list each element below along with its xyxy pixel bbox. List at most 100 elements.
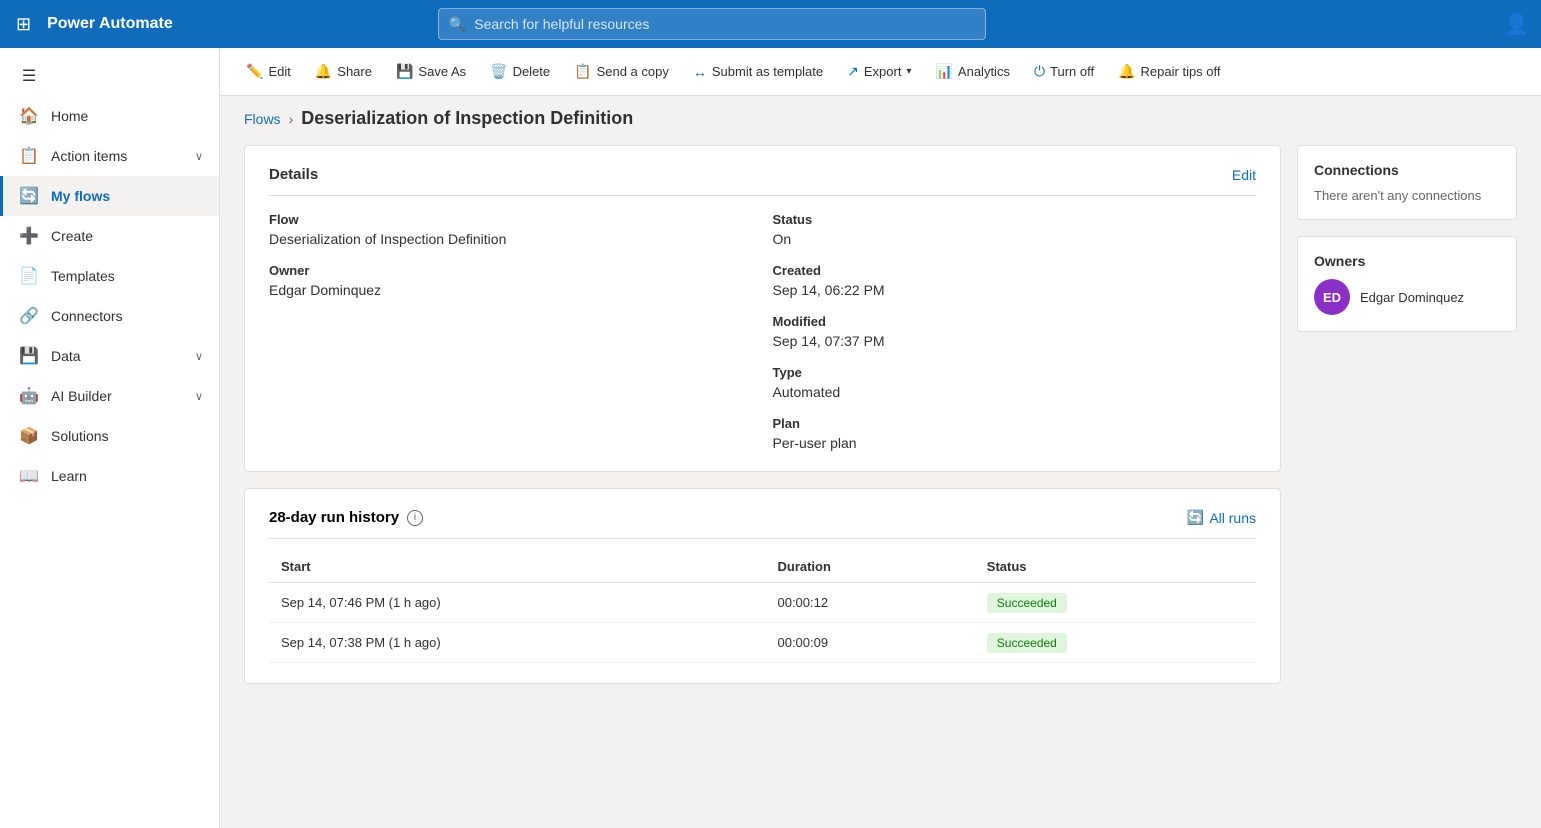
- flow-value: Deserialization of Inspection Definition: [269, 231, 753, 247]
- sidebar-item-ai-builder[interactable]: 🤖 AI Builder ∨: [0, 376, 219, 416]
- save-as-button[interactable]: 💾 Save As: [386, 57, 476, 86]
- sidebar-item-data[interactable]: 💾 Data ∨: [0, 336, 219, 376]
- sidebar-item-my-flows[interactable]: 🔄 My flows: [0, 176, 219, 216]
- sidebar: ☰ 🏠 Home 📋 Action items ∨ 🔄 My flows ➕ C…: [0, 48, 220, 828]
- breadcrumb-separator: ›: [289, 111, 294, 127]
- breadcrumb-flows[interactable]: Flows: [244, 111, 281, 127]
- status-label: Status: [773, 212, 1257, 227]
- user-icon[interactable]: 👤: [1504, 14, 1529, 36]
- created-value: Sep 14, 06:22 PM: [773, 282, 1257, 298]
- details-left: Flow Deserialization of Inspection Defin…: [269, 212, 753, 451]
- all-runs-refresh-icon: 🔄: [1187, 509, 1204, 526]
- send-copy-button[interactable]: 📋 Send a copy: [564, 57, 679, 86]
- share-button[interactable]: 🔔 Share: [305, 57, 382, 86]
- turn-off-button[interactable]: ⏻ Turn off: [1024, 57, 1104, 86]
- run-table: Start Duration Status Sep 14, 07:46 PM (…: [269, 551, 1256, 663]
- search-bar[interactable]: 🔍: [438, 8, 986, 40]
- table-header-row: Start Duration Status: [269, 551, 1256, 583]
- run-duration: 00:00:09: [765, 623, 974, 663]
- home-icon: 🏠: [19, 106, 39, 126]
- breadcrumb: Flows › Deserialization of Inspection De…: [220, 96, 1541, 129]
- repair-tips-icon: 🔔: [1118, 63, 1135, 80]
- save-as-icon: 💾: [396, 63, 413, 80]
- my-flows-icon: 🔄: [19, 186, 39, 206]
- learn-icon: 📖: [19, 466, 39, 486]
- submit-template-button[interactable]: ↔ Submit as template: [683, 58, 833, 86]
- owner-value: Edgar Dominquez: [269, 282, 753, 298]
- connections-card: Connections There aren't any connections: [1297, 145, 1517, 220]
- details-edit-button[interactable]: Edit: [1232, 167, 1256, 183]
- export-icon: ↗: [847, 63, 859, 80]
- details-grid: Flow Deserialization of Inspection Defin…: [269, 212, 1256, 451]
- sidebar-item-learn[interactable]: 📖 Learn: [0, 456, 219, 496]
- sidebar-label-create: Create: [51, 228, 93, 244]
- details-card-header: Details Edit: [269, 166, 1256, 196]
- details-right: Status On Created Sep 14, 06:22 PM Modif…: [773, 212, 1257, 451]
- sidebar-item-create[interactable]: ➕ Create: [0, 216, 219, 256]
- edit-icon: ✏️: [246, 63, 263, 80]
- owner-avatar: ED: [1314, 279, 1350, 315]
- topbar-user-area[interactable]: 👤: [1504, 12, 1529, 37]
- owners-title: Owners: [1314, 253, 1500, 269]
- topbar: ⊞ Power Automate 🔍 👤: [0, 0, 1541, 48]
- col-start: Start: [269, 551, 765, 583]
- run-status: Succeeded: [975, 623, 1256, 663]
- owner-name: Edgar Dominquez: [1360, 290, 1464, 305]
- sidebar-label-home: Home: [51, 108, 88, 124]
- status-badge: Succeeded: [987, 593, 1067, 613]
- sidebar-item-connectors[interactable]: 🔗 Connectors: [0, 296, 219, 336]
- toolbar: ✏️ Edit 🔔 Share 💾 Save As 🗑️ Delete 📋 Se…: [220, 48, 1541, 96]
- created-label: Created: [773, 263, 1257, 278]
- search-icon: 🔍: [449, 16, 466, 33]
- details-card: Details Edit Flow Deserialization of Ins…: [244, 145, 1281, 472]
- breadcrumb-current: Deserialization of Inspection Definition: [301, 108, 633, 129]
- templates-icon: 📄: [19, 266, 39, 286]
- submit-template-icon: ↔: [693, 64, 707, 80]
- run-start: Sep 14, 07:46 PM (1 h ago): [269, 583, 765, 623]
- details-title: Details: [269, 166, 318, 183]
- delete-icon: 🗑️: [490, 63, 507, 80]
- sidebar-item-home[interactable]: 🏠 Home: [0, 96, 219, 136]
- plan-value: Per-user plan: [773, 435, 1257, 451]
- owners-card: Owners ED Edgar Dominquez: [1297, 236, 1517, 332]
- delete-button[interactable]: 🗑️ Delete: [480, 57, 560, 86]
- connections-empty: There aren't any connections: [1314, 188, 1500, 203]
- status-value: On: [773, 231, 1257, 247]
- owner-item: ED Edgar Dominquez: [1314, 279, 1500, 315]
- sidebar-label-action-items: Action items: [51, 148, 127, 164]
- main-layout: ☰ 🏠 Home 📋 Action items ∨ 🔄 My flows ➕ C…: [0, 48, 1541, 828]
- table-row[interactable]: Sep 14, 07:46 PM (1 h ago) 00:00:12 Succ…: [269, 583, 1256, 623]
- info-icon[interactable]: i: [407, 510, 423, 526]
- search-input[interactable]: [474, 16, 975, 32]
- status-badge: Succeeded: [987, 633, 1067, 653]
- sidebar-item-action-items[interactable]: 📋 Action items ∨: [0, 136, 219, 176]
- status-group: Status On: [773, 212, 1257, 247]
- repair-tips-button[interactable]: 🔔 Repair tips off: [1108, 57, 1230, 86]
- grid-icon[interactable]: ⊞: [12, 10, 35, 39]
- edit-button[interactable]: ✏️ Edit: [236, 57, 301, 86]
- flow-group: Flow Deserialization of Inspection Defin…: [269, 212, 753, 247]
- col-status: Status: [975, 551, 1256, 583]
- app-logo: Power Automate: [47, 15, 173, 33]
- analytics-button[interactable]: 📊 Analytics: [925, 57, 1019, 86]
- modified-label: Modified: [773, 314, 1257, 329]
- type-label: Type: [773, 365, 1257, 380]
- sidebar-hamburger[interactable]: ☰: [0, 56, 219, 96]
- main-panel: Details Edit Flow Deserialization of Ins…: [244, 145, 1281, 812]
- export-chevron-icon: ▾: [906, 66, 911, 77]
- export-button[interactable]: ↗ Export ▾: [837, 57, 921, 86]
- send-copy-icon: 📋: [574, 63, 591, 80]
- page-content: Details Edit Flow Deserialization of Ins…: [220, 129, 1541, 828]
- share-icon: 🔔: [315, 63, 332, 80]
- sidebar-label-templates: Templates: [51, 268, 115, 284]
- ai-builder-icon: 🤖: [19, 386, 39, 406]
- table-row[interactable]: Sep 14, 07:38 PM (1 h ago) 00:00:09 Succ…: [269, 623, 1256, 663]
- modified-value: Sep 14, 07:37 PM: [773, 333, 1257, 349]
- sidebar-item-templates[interactable]: 📄 Templates: [0, 256, 219, 296]
- col-duration: Duration: [765, 551, 974, 583]
- data-chevron-icon: ∨: [195, 350, 203, 363]
- flow-label: Flow: [269, 212, 753, 227]
- all-runs-button[interactable]: 🔄 All runs: [1187, 509, 1256, 526]
- sidebar-item-solutions[interactable]: 📦 Solutions: [0, 416, 219, 456]
- sidebar-label-connectors: Connectors: [51, 308, 123, 324]
